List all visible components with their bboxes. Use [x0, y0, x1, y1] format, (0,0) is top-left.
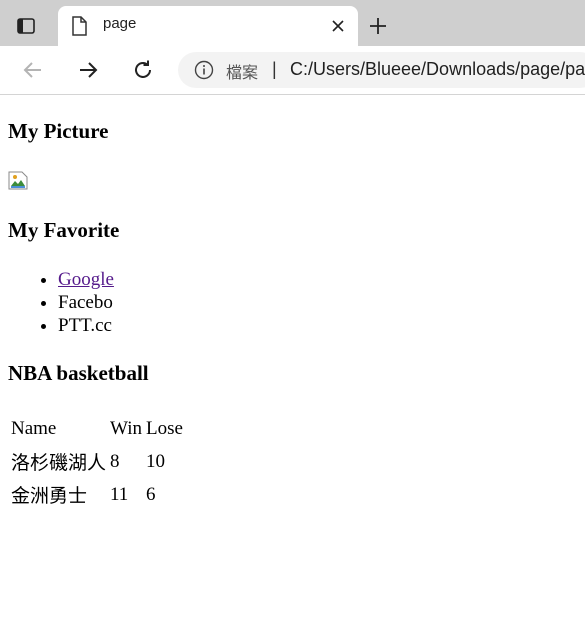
favorite-heading: My Favorite	[8, 218, 120, 242]
tab-strip: page	[0, 0, 585, 46]
nba-heading: NBA basketball	[8, 361, 149, 385]
browser-chrome: page 檔案 | C:/Users/Blueee/Downloads/page…	[0, 0, 585, 95]
favorites-list: Google Facebo PTT.cc	[36, 268, 114, 337]
broken-image-icon	[8, 171, 28, 190]
column-header-name: Name	[11, 418, 57, 439]
tab-actions-button[interactable]	[10, 12, 42, 40]
table-row: 金洲勇士 11 6	[10, 479, 184, 510]
arrow-right-icon	[80, 62, 98, 78]
tab-actions-icon	[17, 18, 35, 34]
picture-heading: My Picture	[8, 119, 109, 143]
url-text[interactable]: C:/Users/Blueee/Downloads/page/page.html	[290, 59, 585, 80]
reload-button[interactable]	[129, 56, 157, 84]
back-button[interactable]	[19, 56, 47, 84]
list-item: PTT.cc	[58, 314, 114, 337]
tab-title: page	[103, 15, 137, 32]
column-header-win: Win	[110, 418, 142, 439]
new-tab-button[interactable]	[366, 14, 390, 38]
info-icon[interactable]	[194, 60, 214, 80]
facebook-item: Facebo	[58, 292, 113, 313]
nba-table: Name Win Lose 洛杉磯湖人 8 10 金洲勇士 11 6	[8, 412, 186, 512]
ptt-item: PTT.cc	[58, 315, 112, 336]
toolbar: 檔案 | C:/Users/Blueee/Downloads/page/page…	[0, 46, 585, 95]
address-separator: |	[272, 59, 277, 79]
team-name-cell: 洛杉磯湖人	[11, 452, 107, 474]
forward-button[interactable]	[74, 56, 102, 84]
page-content: My Picture My Favorite Google Facebo PTT…	[0, 95, 585, 637]
google-link[interactable]: Google	[58, 269, 114, 290]
tab-page[interactable]: page	[58, 6, 358, 46]
table-row: 洛杉磯湖人 8 10	[10, 446, 184, 477]
lose-cell: 6	[145, 483, 156, 505]
list-item: Facebo	[58, 291, 114, 314]
document-icon	[72, 16, 87, 36]
list-item: Google	[58, 268, 114, 291]
win-cell: 11	[110, 483, 129, 505]
tab-close-button[interactable]	[328, 16, 348, 36]
team-name-cell: 金洲勇士	[11, 485, 88, 507]
win-cell: 8	[110, 450, 120, 472]
arrow-left-icon	[23, 62, 41, 78]
plus-icon	[370, 18, 386, 34]
column-header-lose: Lose	[145, 418, 183, 439]
reload-icon	[135, 60, 151, 78]
close-icon	[332, 20, 344, 32]
address-bar[interactable]: 檔案 | C:/Users/Blueee/Downloads/page/page…	[178, 52, 585, 88]
lose-cell: 10	[145, 450, 165, 472]
site-label: 檔案	[226, 63, 259, 82]
table-header-row: Name Win Lose	[10, 414, 184, 444]
